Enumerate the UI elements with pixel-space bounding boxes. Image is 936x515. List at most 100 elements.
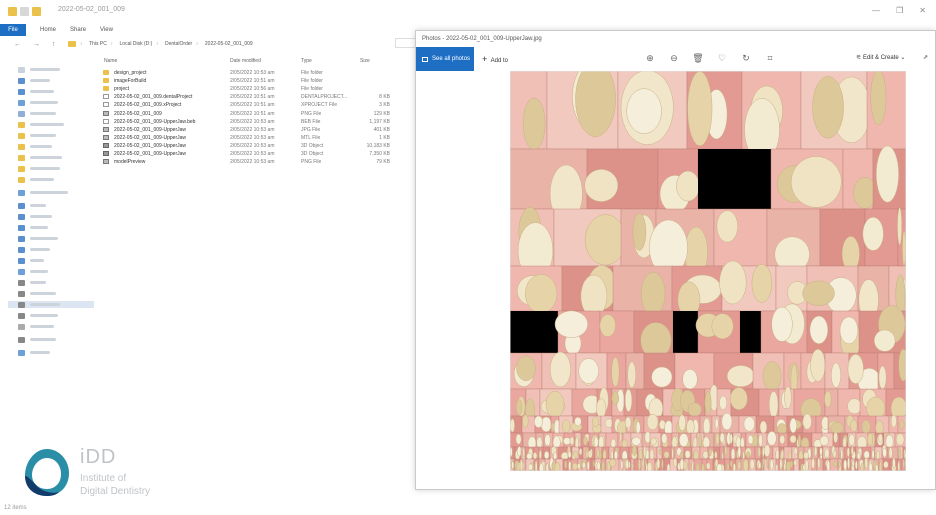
tab-share[interactable]: Share (70, 27, 86, 33)
breadcrumb-this-pc[interactable]: This PC (89, 41, 107, 47)
add-to-button[interactable]: + Add to (482, 54, 508, 64)
nav-item[interactable] (18, 99, 58, 106)
nav-item[interactable] (18, 154, 62, 161)
logo-tagline-line2: Digital Dentistry (80, 486, 151, 497)
nav-folder-icon (18, 132, 25, 139)
nav-item[interactable] (18, 176, 54, 183)
quick-access-toolbar[interactable] (8, 7, 41, 16)
file-row[interactable]: design_project 2/05/2022 10:53 am File fol… (100, 69, 400, 77)
nav-item[interactable] (18, 235, 58, 242)
file-row[interactable]: modelPreview 2/05/2022 10:53 am PNG File 79… (100, 158, 400, 166)
favorite-icon[interactable]: ♡ (716, 52, 728, 64)
nav-item[interactable] (18, 66, 60, 73)
nav-item[interactable] (18, 349, 50, 356)
file-type: File folder (301, 70, 323, 76)
maximize-button[interactable]: ❐ (896, 6, 903, 15)
nav-folder-icon (18, 349, 25, 356)
image-file-icon (103, 159, 109, 165)
nav-folder-icon (18, 88, 25, 95)
file-name: 2022-05-02_001_009-UpperJaw (114, 126, 186, 133)
nav-item[interactable] (18, 336, 56, 343)
file-row[interactable]: project 2/05/2022 10:56 am File folder (100, 85, 400, 93)
properties-icon[interactable] (20, 7, 29, 16)
breadcrumb-dentalorder[interactable]: DentalOrder (165, 41, 192, 47)
file-row[interactable]: 2022-05-02_001_009-UpperJaw 2/05/2022 10:… (100, 150, 400, 158)
close-button[interactable]: ✕ (919, 6, 926, 15)
nav-item[interactable] (18, 312, 58, 319)
see-all-photos-label: See all photos (432, 56, 471, 62)
nav-folder-icon (18, 257, 25, 264)
file-date: 2/05/2022 10:51 am (230, 102, 275, 109)
nav-item[interactable] (18, 279, 46, 286)
texture-image-viewer[interactable] (510, 71, 906, 471)
column-header-size[interactable]: Size (360, 58, 370, 64)
breadcrumb-current-folder[interactable]: 2022-05-02_001_009 (205, 41, 253, 47)
nav-item-label (30, 145, 52, 148)
logo-wordmark: iDD (80, 446, 117, 468)
nav-item[interactable] (18, 77, 50, 84)
nav-item[interactable] (18, 213, 52, 220)
file-row[interactable]: 2022-05-02_001_009.dentalProject 2/05/202… (100, 93, 400, 101)
nav-item-label (30, 303, 60, 306)
search-input[interactable] (395, 38, 417, 48)
nav-item[interactable] (18, 189, 68, 196)
nav-item-label (30, 259, 44, 262)
nav-item[interactable] (18, 224, 48, 231)
nav-folder-icon (18, 165, 25, 172)
minimize-button[interactable]: — (872, 6, 880, 15)
nav-item-label (30, 79, 50, 82)
delete-icon[interactable]: 🗑 (692, 52, 704, 64)
share-button[interactable]: ⇗ (923, 54, 928, 61)
nav-item-label (30, 314, 58, 317)
column-header-name[interactable]: Name (104, 58, 117, 64)
new-folder-icon[interactable] (32, 7, 41, 16)
file-size: 3 KB (379, 102, 390, 109)
file-name: 2022-05-02_001_009-UpperJaw (114, 142, 186, 149)
nav-item[interactable] (18, 110, 56, 117)
file-date: 2/05/2022 10:53 am (230, 151, 275, 157)
tab-file[interactable]: File (0, 24, 26, 36)
nav-item[interactable] (18, 323, 54, 330)
tab-home[interactable]: Home (40, 27, 56, 33)
nav-item[interactable] (18, 121, 64, 128)
crop-icon[interactable]: ⌗ (764, 52, 776, 64)
file-row[interactable]: 2022-05-02_001_009 2/05/2022 10:51 am PNG … (100, 110, 400, 118)
nav-folder-icon (18, 301, 25, 308)
file-icon (103, 102, 109, 108)
nav-item[interactable] (18, 257, 44, 264)
zoom-in-icon[interactable]: ⊕ (644, 52, 656, 64)
file-row[interactable]: 2022-05-02_001_009-UpperJaw 2/05/2022 10:… (100, 142, 400, 150)
zoom-out-icon[interactable]: ⊖ (668, 52, 680, 64)
column-header-type[interactable]: Type (301, 58, 312, 64)
rotate-icon[interactable]: ↻ (740, 52, 752, 64)
nav-item-label (30, 204, 46, 207)
nav-item[interactable] (18, 165, 60, 172)
breadcrumb-local-disk[interactable]: Local Disk (D:) (120, 41, 153, 47)
nav-item[interactable] (18, 268, 48, 275)
nav-folder-icon (18, 224, 25, 231)
file-type: PNG File (301, 159, 322, 166)
file-row[interactable]: 2022-05-02_001_009-UpperJaw 2/05/2022 10:… (100, 126, 400, 134)
navigation-arrows[interactable]: ← → ↑ (14, 41, 60, 48)
nav-item[interactable] (18, 132, 56, 139)
nav-item-label (30, 134, 56, 137)
file-type: BEB File (301, 118, 321, 125)
edit-create-button[interactable]: ⚟ Edit & Create ⌄ (856, 54, 905, 61)
file-row[interactable]: 2022-05-02_001_009-UpperJaw 2/05/2022 10:… (100, 134, 400, 142)
file-row[interactable]: imageForBuild 2/05/2022 10:51 am File fold… (100, 77, 400, 85)
file-row[interactable]: 2022-05-02_001_009.xProject 2/05/2022 10:… (100, 101, 400, 109)
tab-view[interactable]: View (100, 27, 113, 33)
nav-item[interactable] (8, 301, 94, 308)
nav-item[interactable] (18, 246, 50, 253)
address-bar[interactable]: ← → ↑ › This PC › Local Disk (D:) › Dent… (0, 38, 420, 50)
column-header-date[interactable]: Date modified (230, 58, 261, 64)
nav-folder-icon (18, 66, 25, 73)
nav-item[interactable] (18, 290, 56, 297)
file-row[interactable]: 2022-05-02_001_009-UpperJaw.beb 2/05/2022… (100, 118, 400, 126)
see-all-photos-button[interactable]: See all photos (416, 47, 474, 71)
nav-item[interactable] (18, 88, 54, 95)
nav-item[interactable] (18, 202, 46, 209)
file-date: 2/05/2022 10:53 am (230, 159, 275, 166)
image-file-icon (103, 110, 109, 116)
nav-item[interactable] (18, 143, 52, 150)
